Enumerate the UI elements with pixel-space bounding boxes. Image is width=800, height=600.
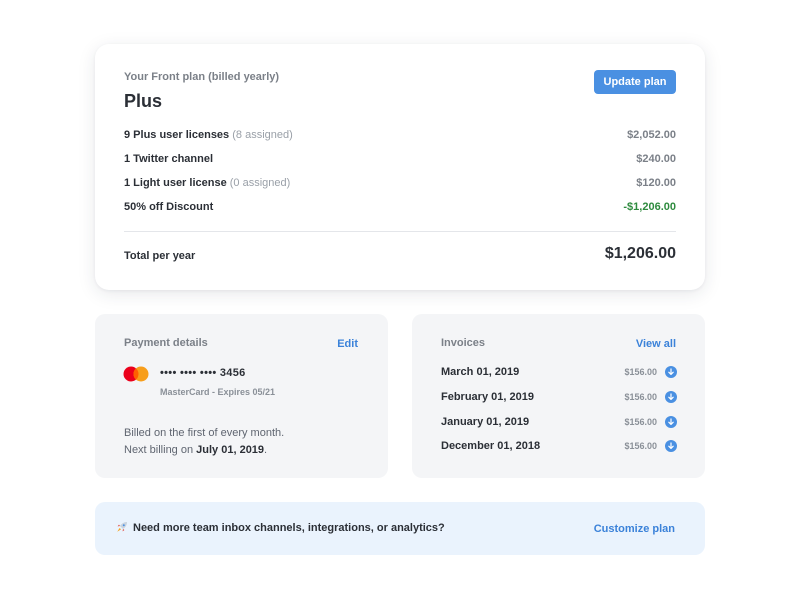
upsell-banner: Need more team inbox channels, integrati… <box>95 502 705 555</box>
total-label: Total per year <box>124 250 196 262</box>
invoice-amount: $156.00 <box>624 367 657 378</box>
invoice-amount-group: $156.00 <box>624 440 677 453</box>
invoice-date: January 01, 2019 <box>441 415 530 428</box>
mastercard-logo-icon <box>123 366 149 382</box>
invoices-panel: Invoices View all March 01, 2019 $156.00… <box>412 314 705 478</box>
line-item-amount: $2,052.00 <box>627 129 676 141</box>
download-icon[interactable] <box>665 366 677 379</box>
next-billing-date: July 01, 2019 <box>196 444 265 456</box>
line-item-amount: $120.00 <box>636 177 676 189</box>
billing-schedule: Billed on the first of every month. <box>124 427 285 439</box>
line-item-label: 1 Twitter channel <box>124 153 214 165</box>
invoice-list: March 01, 2019 $156.00 February 01, 2019… <box>441 360 677 459</box>
payment-details-title: Payment details <box>124 337 208 349</box>
invoice-row: January 01, 2019 $156.00 <box>441 409 677 434</box>
invoice-amount: $156.00 <box>624 441 657 452</box>
line-item: 1 Twitter channel $240.00 <box>124 147 676 171</box>
invoice-amount-group: $156.00 <box>624 366 677 379</box>
line-item-label: 50% off Discount <box>124 201 214 213</box>
rocket-icon <box>117 522 127 532</box>
next-billing: Next billing on July 01, 2019. <box>124 442 284 459</box>
card-expiry: MasterCard - Expires 05/21 <box>160 387 276 397</box>
view-all-invoices-link[interactable]: View all <box>636 338 676 350</box>
edit-payment-link[interactable]: Edit <box>337 338 358 350</box>
invoice-date: March 01, 2019 <box>441 366 520 379</box>
banner-text: Need more team inbox channels, integrati… <box>133 522 445 534</box>
payment-details-panel: Payment details Edit •••• •••• •••• 3456… <box>95 314 388 478</box>
line-item-label: 1 Light user license <box>124 177 227 189</box>
discount-amount: -$1,206.00 <box>623 201 676 213</box>
line-item-note: (8 assigned) <box>232 129 293 141</box>
arrow-down-icon <box>668 368 674 376</box>
line-item-label-group: 9 Plus user licenses (8 assigned) <box>124 129 293 141</box>
plan-name: Plus <box>124 91 163 111</box>
line-item-note: (0 assigned) <box>229 177 291 189</box>
arrow-down-icon <box>668 442 674 450</box>
next-billing-suffix: . <box>264 444 268 456</box>
plan-divider <box>124 231 676 232</box>
arrow-down-icon <box>668 418 674 425</box>
line-item: 50% off Discount -$1,206.00 <box>124 195 676 219</box>
line-item-amount: $240.00 <box>636 153 676 165</box>
arrow-down-icon <box>668 393 674 401</box>
line-item: 1 Light user license (0 assigned) $120.0… <box>124 171 676 195</box>
invoice-date: February 01, 2019 <box>441 391 534 404</box>
line-item-label-group: 1 Twitter channel <box>124 153 213 165</box>
billing-note: Billed on the first of every month. Next… <box>124 425 284 459</box>
line-item-label-group: 50% off Discount <box>124 201 213 213</box>
invoice-amount: $156.00 <box>624 392 657 403</box>
download-icon[interactable] <box>665 391 677 404</box>
invoice-row: February 01, 2019 $156.00 <box>441 385 677 410</box>
invoice-date: December 01, 2018 <box>441 440 541 453</box>
invoice-amount-group: $156.00 <box>624 415 677 428</box>
invoice-amount-group: $156.00 <box>624 391 677 404</box>
invoice-amount: $156.00 <box>624 416 657 427</box>
customize-plan-link[interactable]: Customize plan <box>594 523 675 535</box>
plan-line-items: 9 Plus user licenses (8 assigned) $2,052… <box>124 123 676 219</box>
invoices-title: Invoices <box>441 337 486 349</box>
total-amount: $1,206.00 <box>604 245 676 262</box>
invoice-row: March 01, 2019 $156.00 <box>441 360 677 385</box>
next-billing-prefix: Next billing on <box>124 444 194 456</box>
line-item-label: 9 Plus user licenses <box>124 129 230 141</box>
plan-card: Your Front plan (billed yearly) Plus Upd… <box>95 44 705 290</box>
line-item-label-group: 1 Light user license (0 assigned) <box>124 177 290 189</box>
invoice-row: December 01, 2018 $156.00 <box>441 434 677 459</box>
card-number: •••• •••• •••• 3456 <box>160 367 246 379</box>
plan-subtitle: Your Front plan (billed yearly) <box>124 71 280 83</box>
update-plan-button[interactable]: Update plan <box>594 70 676 94</box>
download-icon[interactable] <box>665 415 677 428</box>
line-item: 9 Plus user licenses (8 assigned) $2,052… <box>124 123 676 147</box>
download-icon[interactable] <box>665 440 677 453</box>
